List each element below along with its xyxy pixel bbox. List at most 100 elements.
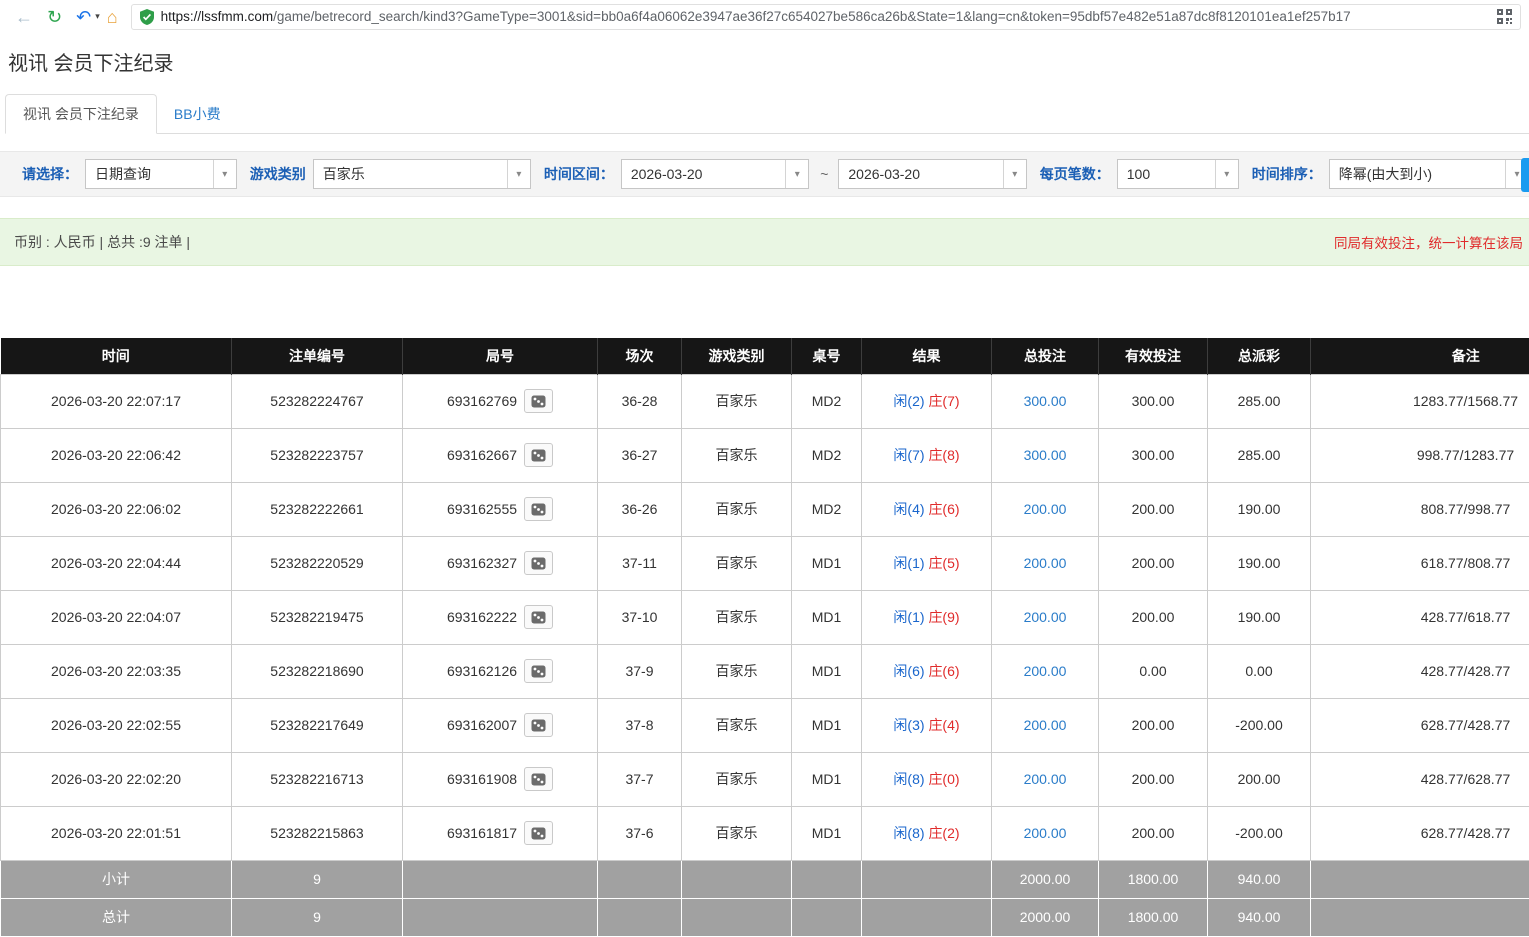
- footer-payout: 940.00: [1208, 898, 1311, 936]
- round-id: 693162222: [447, 609, 517, 625]
- round-detail-button[interactable]: [524, 605, 553, 629]
- round-id: 693162667: [447, 447, 517, 463]
- security-shield-icon[interactable]: [140, 9, 154, 25]
- date-to-value: 2026-03-20: [839, 160, 1002, 188]
- cell-bet-id: 523282216713: [232, 752, 403, 806]
- table-row: 2026-03-20 22:02:55523282217649693162007…: [1, 698, 1529, 752]
- cell-result: 闲(7) 庄(8): [862, 428, 992, 482]
- home-icon[interactable]: ⌂: [100, 8, 125, 26]
- result-player: 闲(2): [893, 393, 924, 409]
- query-type-select[interactable]: 日期查询 ▾: [85, 159, 237, 189]
- round-detail-button[interactable]: [524, 551, 553, 575]
- cell-note: 628.77/428.77: [1311, 698, 1529, 752]
- dice-icon: [531, 773, 546, 786]
- column-header: 有效投注: [1099, 338, 1208, 374]
- cell-bet-id: 523282222661: [232, 482, 403, 536]
- query-type-value: 日期查询: [86, 160, 213, 188]
- round-detail-button[interactable]: [524, 659, 553, 683]
- footer-payout: 940.00: [1208, 860, 1311, 898]
- date-from-select[interactable]: 2026-03-20 ▾: [621, 159, 809, 189]
- sort-order-select[interactable]: 降幂(由大到小) ▾: [1329, 159, 1529, 189]
- page-size-value: 100: [1118, 160, 1215, 188]
- total-bet-link[interactable]: 200.00: [1024, 555, 1067, 571]
- cell-game-type: 百家乐: [682, 752, 792, 806]
- total-bet-link[interactable]: 200.00: [1024, 501, 1067, 517]
- tab-bb-tip[interactable]: BB小费: [157, 95, 238, 133]
- total-bet-link[interactable]: 200.00: [1024, 825, 1067, 841]
- cell-time: 2026-03-20 22:03:35: [1, 644, 232, 698]
- round-cell-content: 693162327: [447, 551, 553, 575]
- total-bet-link[interactable]: 200.00: [1024, 609, 1067, 625]
- back-icon[interactable]: ←: [8, 8, 40, 26]
- search-button[interactable]: [1521, 158, 1529, 192]
- cell-session: 36-27: [598, 428, 682, 482]
- footer-valid-bet: 1800.00: [1099, 898, 1208, 936]
- cell-table-number: MD1: [792, 806, 862, 860]
- footer-total-bet: 2000.00: [992, 860, 1099, 898]
- result-player: 闲(8): [893, 771, 924, 787]
- cell-valid-bet: 200.00: [1099, 752, 1208, 806]
- cell-time: 2026-03-20 22:06:02: [1, 482, 232, 536]
- refresh-icon[interactable]: ↻: [40, 8, 69, 26]
- round-detail-button[interactable]: [524, 497, 553, 521]
- round-id: 693161817: [447, 825, 517, 841]
- records-table: 时间注单编号局号场次游戏类别桌号结果总投注有效投注总派彩备注2026-03-20…: [0, 338, 1529, 937]
- chevron-down-icon[interactable]: ▾: [1215, 160, 1238, 188]
- cell-session: 37-8: [598, 698, 682, 752]
- cell-session: 37-11: [598, 536, 682, 590]
- cell-time: 2026-03-20 22:04:07: [1, 590, 232, 644]
- round-detail-button[interactable]: [524, 713, 553, 737]
- page-size-select[interactable]: 100 ▾: [1117, 159, 1239, 189]
- qr-code-icon[interactable]: [1497, 9, 1512, 24]
- game-type-select[interactable]: 百家乐 ▾: [313, 159, 531, 189]
- chevron-down-icon[interactable]: ▾: [785, 160, 808, 188]
- result-player: 闲(7): [893, 447, 924, 463]
- cell-time: 2026-03-20 22:04:44: [1, 536, 232, 590]
- footer-empty: [1311, 860, 1529, 898]
- cell-payout: 285.00: [1208, 374, 1311, 428]
- cell-valid-bet: 200.00: [1099, 698, 1208, 752]
- sort-order-label: 时间排序：: [1252, 164, 1322, 184]
- cell-payout: 190.00: [1208, 536, 1311, 590]
- footer-empty: [598, 860, 682, 898]
- chevron-down-icon[interactable]: ▾: [507, 160, 530, 188]
- footer-empty: [403, 898, 598, 936]
- result-banker: 庄(7): [928, 393, 959, 409]
- total-bet-link[interactable]: 200.00: [1024, 717, 1067, 733]
- undo-icon[interactable]: ↶: [69, 8, 98, 26]
- column-header: 备注: [1311, 338, 1529, 374]
- cell-bet-id: 523282223757: [232, 428, 403, 482]
- cell-game-type: 百家乐: [682, 428, 792, 482]
- cell-payout: 190.00: [1208, 590, 1311, 644]
- url-origin: https://lssfmm.com: [161, 9, 274, 24]
- table-row: 2026-03-20 22:03:35523282218690693162126…: [1, 644, 1529, 698]
- chevron-down-icon[interactable]: ▾: [1003, 160, 1026, 188]
- total-bet-link[interactable]: 200.00: [1024, 771, 1067, 787]
- dice-icon: [531, 557, 546, 570]
- cell-round: 693162327: [403, 536, 598, 590]
- round-id: 693162769: [447, 393, 517, 409]
- total-bet-link[interactable]: 300.00: [1024, 393, 1067, 409]
- cell-valid-bet: 200.00: [1099, 482, 1208, 536]
- chevron-down-icon[interactable]: ▾: [213, 160, 236, 188]
- cell-note: 998.77/1283.77: [1311, 428, 1529, 482]
- tab-bet-records[interactable]: 视讯 会员下注纪录: [5, 94, 157, 134]
- cell-round: 693162555: [403, 482, 598, 536]
- column-header: 场次: [598, 338, 682, 374]
- round-detail-button[interactable]: [524, 389, 553, 413]
- total-bet-link[interactable]: 300.00: [1024, 447, 1067, 463]
- round-detail-button[interactable]: [524, 443, 553, 467]
- total-bet-link[interactable]: 200.00: [1024, 663, 1067, 679]
- result-banker: 庄(6): [928, 663, 959, 679]
- round-cell-content: 693162555: [447, 497, 553, 521]
- address-bar[interactable]: https://lssfmm.com /game/betrecord_searc…: [131, 4, 1521, 30]
- time-range-label: 时间区间：: [544, 164, 614, 184]
- date-to-select[interactable]: 2026-03-20 ▾: [838, 159, 1026, 189]
- sort-order-value: 降幂(由大到小): [1330, 160, 1505, 188]
- round-detail-button[interactable]: [524, 821, 553, 845]
- dice-icon: [531, 665, 546, 678]
- subtotal-row: 小计92000.001800.00940.00: [1, 860, 1529, 898]
- cell-total-bet: 200.00: [992, 482, 1099, 536]
- round-detail-button[interactable]: [524, 767, 553, 791]
- cell-valid-bet: 300.00: [1099, 428, 1208, 482]
